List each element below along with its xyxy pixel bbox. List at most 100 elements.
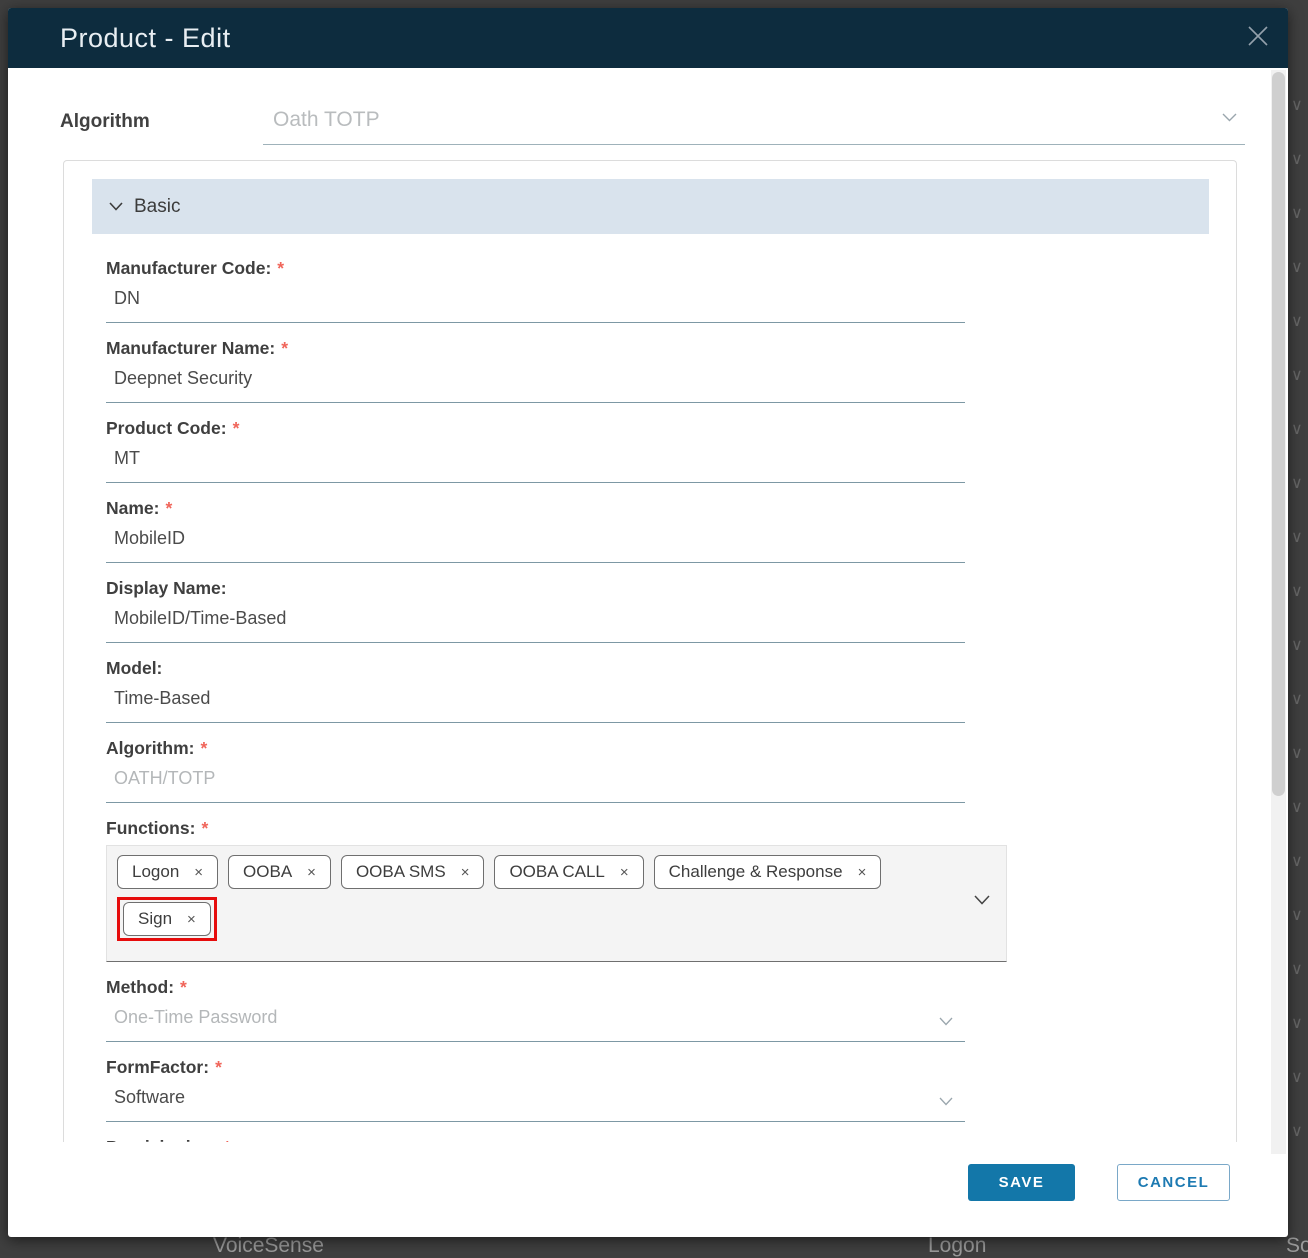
background-chevron-icon: ∨: [1291, 962, 1307, 978]
form-scroll-area: Basic Manufacturer Code: * DN Manufacture…: [63, 160, 1237, 1142]
method-dropdown[interactable]: One-Time Password: [106, 1004, 965, 1042]
tag-label: OOBA: [243, 862, 292, 882]
field-label: Functions:: [106, 818, 195, 838]
tag-sign: Sign ×: [123, 902, 211, 936]
field-label: Method:: [106, 977, 174, 997]
field-method: Method: * One-Time Password: [106, 975, 965, 1042]
chevron-down-icon: [939, 1090, 953, 1111]
tag-label: OOBA SMS: [356, 862, 446, 882]
field-model: Model: Time-Based: [106, 656, 965, 723]
field-label: Display Name:: [106, 578, 227, 598]
field-label: Product Code:: [106, 418, 227, 438]
algorithm-select-row: Algorithm Oath TOTP: [60, 108, 1245, 145]
modal-scrollbar-thumb[interactable]: [1272, 72, 1285, 796]
required-asterisk: *: [180, 977, 187, 997]
save-button[interactable]: SAVE: [968, 1164, 1075, 1201]
algorithm-select-label: Algorithm: [60, 111, 263, 145]
field-manufacturer-code: Manufacturer Code: * DN: [106, 256, 965, 323]
tag-ooba-call: OOBA CALL ×: [494, 855, 643, 889]
field-formfactor: FormFactor: * Software: [106, 1055, 965, 1122]
remove-tag-icon[interactable]: ×: [620, 865, 629, 880]
background-chevrons: ∨∨∨∨∨∨∨∨∨∨∨∨∨∨∨∨∨∨∨∨: [1291, 98, 1307, 1238]
formfactor-dropdown[interactable]: Software: [106, 1084, 965, 1122]
method-dropdown-value: One-Time Password: [114, 1007, 277, 1027]
background-chevron-icon: ∨: [1291, 98, 1307, 114]
tag-label: OOBA CALL: [509, 862, 604, 882]
background-chevron-icon: ∨: [1291, 746, 1307, 762]
remove-tag-icon[interactable]: ×: [307, 865, 316, 880]
background-chevron-icon: ∨: [1291, 1070, 1307, 1086]
field-label: Manufacturer Name:: [106, 338, 275, 358]
manufacturer-name-input[interactable]: Deepnet Security: [106, 365, 965, 403]
tag-ooba-sms: OOBA SMS ×: [341, 855, 485, 889]
model-input[interactable]: Time-Based: [106, 685, 965, 723]
tag-label: Sign: [138, 909, 172, 929]
tag-ooba: OOBA ×: [228, 855, 331, 889]
modal-scrollbar-track[interactable]: [1271, 70, 1286, 1154]
annotation-highlight-box: Sign ×: [117, 897, 217, 941]
background-chevron-icon: ∨: [1291, 908, 1307, 924]
name-input[interactable]: MobileID: [106, 525, 965, 563]
chevron-down-icon: [109, 198, 123, 216]
tag-label: Challenge & Response: [669, 862, 843, 882]
background-chevron-icon: ∨: [1291, 638, 1307, 654]
background-chevron-icon: ∨: [1291, 260, 1307, 276]
field-label: Provisioning:: [106, 1137, 218, 1142]
section-basic-title: Basic: [134, 196, 180, 218]
field-label: Algorithm:: [106, 738, 194, 758]
close-button[interactable]: [1244, 24, 1272, 52]
background-chevron-icon: ∨: [1291, 584, 1307, 600]
field-provisioning: Provisioning: *: [106, 1135, 965, 1142]
formfactor-dropdown-value: Software: [114, 1087, 185, 1107]
product-code-input[interactable]: MT: [106, 445, 965, 483]
required-asterisk: *: [233, 418, 240, 438]
remove-tag-icon[interactable]: ×: [858, 865, 867, 880]
manufacturer-code-input[interactable]: DN: [106, 285, 965, 323]
background-chevron-icon: ∨: [1291, 152, 1307, 168]
modal-footer: SAVE CANCEL: [968, 1164, 1230, 1201]
cancel-button[interactable]: CANCEL: [1117, 1164, 1230, 1201]
field-algorithm: Algorithm: * OATH/TOTP: [106, 736, 965, 803]
tag-label: Logon: [132, 862, 179, 882]
background-chevron-icon: ∨: [1291, 422, 1307, 438]
required-asterisk: *: [277, 258, 284, 278]
required-asterisk: *: [201, 818, 208, 838]
remove-tag-icon[interactable]: ×: [194, 865, 203, 880]
chevron-down-icon: [1222, 104, 1237, 128]
functions-multiselect[interactable]: Logon × OOBA × OOBA SMS × OOBA CALL ×: [106, 845, 1007, 962]
remove-tag-icon[interactable]: ×: [187, 912, 196, 927]
background-chevron-icon: ∨: [1291, 368, 1307, 384]
background-chevron-icon: ∨: [1291, 800, 1307, 816]
required-asterisk: *: [281, 338, 288, 358]
required-asterisk: *: [215, 1057, 222, 1077]
algorithm-dropdown[interactable]: Oath TOTP: [263, 108, 1245, 145]
chevron-down-icon[interactable]: [974, 892, 990, 910]
section-basic-header[interactable]: Basic: [92, 179, 1209, 234]
algorithm-input-disabled: OATH/TOTP: [106, 765, 965, 803]
required-asterisk: *: [166, 498, 173, 518]
form-fields: Manufacturer Code: * DN Manufacturer Name…: [64, 234, 965, 1142]
modal-header: Product - Edit: [8, 8, 1288, 68]
background-chevron-icon: ∨: [1291, 530, 1307, 546]
field-label: Manufacturer Code:: [106, 258, 271, 278]
background-table-text: Logon: [928, 1234, 986, 1258]
background-chevron-icon: ∨: [1291, 1016, 1307, 1032]
field-display-name: Display Name: MobileID/Time-Based: [106, 576, 965, 643]
background-chevron-icon: ∨: [1291, 692, 1307, 708]
required-asterisk: *: [224, 1137, 231, 1142]
tag-logon: Logon ×: [117, 855, 218, 889]
remove-tag-icon[interactable]: ×: [461, 865, 470, 880]
display-name-input[interactable]: MobileID/Time-Based: [106, 605, 965, 643]
field-label: Model:: [106, 658, 162, 678]
required-asterisk: *: [200, 738, 207, 758]
chevron-down-icon: [939, 1010, 953, 1031]
field-label: FormFactor:: [106, 1057, 209, 1077]
product-edit-modal: Product - Edit Algorithm Oath TOTP Basic…: [8, 8, 1288, 1237]
tag-challenge-response: Challenge & Response ×: [654, 855, 882, 889]
algorithm-dropdown-placeholder: Oath TOTP: [273, 108, 380, 131]
field-functions: Functions: * Logon × OOBA × OOBA SMS ×: [106, 816, 965, 962]
field-manufacturer-name: Manufacturer Name: * Deepnet Security: [106, 336, 965, 403]
close-icon: [1246, 24, 1270, 53]
background-table-text: VoiceSense: [213, 1234, 324, 1258]
background-chevron-icon: ∨: [1291, 206, 1307, 222]
